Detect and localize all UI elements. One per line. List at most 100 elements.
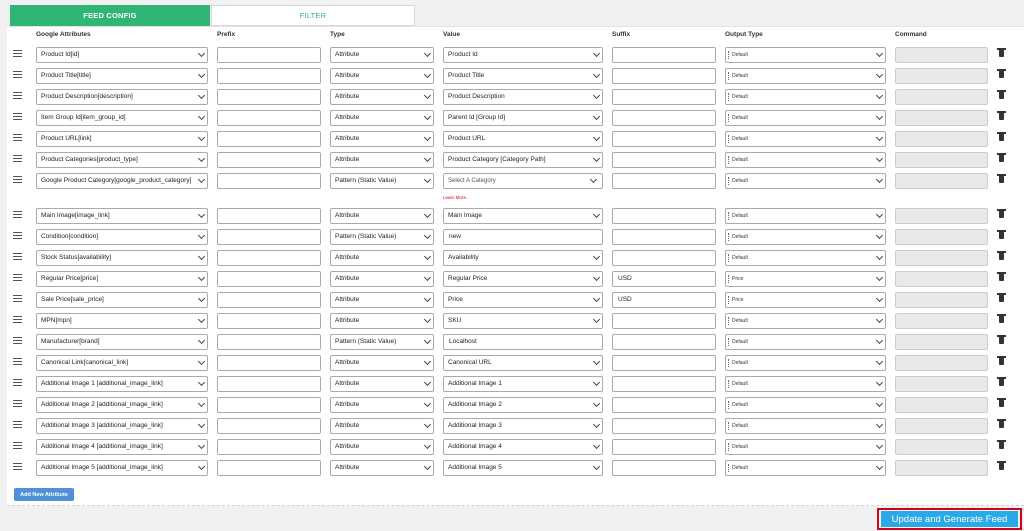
tab-feed-config[interactable]: FEED CONFIG <box>10 5 210 26</box>
suffix-input[interactable] <box>612 229 716 245</box>
command-field[interactable] <box>895 292 988 308</box>
prefix-input[interactable] <box>217 313 321 329</box>
trash-icon[interactable] <box>997 335 1006 344</box>
value-select[interactable]: Additional Image 4 <box>443 439 603 455</box>
prefix-input[interactable] <box>217 418 321 434</box>
add-new-attribute-button[interactable]: Add New Attribute <box>14 488 74 501</box>
google-attribute-select[interactable]: Regular Price[price] <box>36 271 208 287</box>
prefix-input[interactable] <box>217 229 321 245</box>
type-select[interactable]: Attribute <box>330 271 434 287</box>
google-attribute-select[interactable]: Additional Image 1 [additional_image_lin… <box>36 376 208 392</box>
suffix-input[interactable] <box>612 397 716 413</box>
drag-handle-icon[interactable] <box>13 316 22 323</box>
prefix-input[interactable] <box>217 110 321 126</box>
google-attribute-select[interactable]: Product Categories[product_type] <box>36 152 208 168</box>
trash-icon[interactable] <box>997 230 1006 239</box>
command-field[interactable] <box>895 173 988 189</box>
drag-handle-icon[interactable] <box>13 442 22 449</box>
tab-filter[interactable]: FILTER <box>211 5 415 26</box>
drag-handle-icon[interactable] <box>13 379 22 386</box>
suffix-input[interactable] <box>612 152 716 168</box>
prefix-input[interactable] <box>217 173 321 189</box>
prefix-input[interactable] <box>217 292 321 308</box>
value-input[interactable]: new <box>443 229 603 245</box>
type-select[interactable]: Attribute <box>330 460 434 476</box>
google-attribute-select[interactable]: Main Image[image_link] <box>36 208 208 224</box>
command-field[interactable] <box>895 68 988 84</box>
type-select[interactable]: Attribute <box>330 439 434 455</box>
type-select[interactable]: Attribute <box>330 313 434 329</box>
type-select[interactable]: Attribute <box>330 68 434 84</box>
trash-icon[interactable] <box>997 419 1006 428</box>
value-select[interactable]: Main Image <box>443 208 603 224</box>
command-field[interactable] <box>895 376 988 392</box>
output-type-select[interactable]: Price <box>725 292 886 308</box>
output-type-select[interactable]: Default <box>725 47 886 63</box>
suffix-input[interactable] <box>612 89 716 105</box>
prefix-input[interactable] <box>217 131 321 147</box>
drag-handle-icon[interactable] <box>13 92 22 99</box>
learn-more-link[interactable]: Learn More.. <box>443 195 469 200</box>
trash-icon[interactable] <box>997 272 1006 281</box>
google-attribute-select[interactable]: Manufacturer[brand] <box>36 334 208 350</box>
command-field[interactable] <box>895 110 988 126</box>
output-type-select[interactable]: Default <box>725 460 886 476</box>
output-type-select[interactable]: Default <box>725 313 886 329</box>
command-field[interactable] <box>895 229 988 245</box>
command-field[interactable] <box>895 250 988 266</box>
drag-handle-icon[interactable] <box>13 253 22 260</box>
suffix-input[interactable] <box>612 376 716 392</box>
type-select[interactable]: Attribute <box>330 131 434 147</box>
command-field[interactable] <box>895 208 988 224</box>
value-select[interactable]: Product URL <box>443 131 603 147</box>
trash-icon[interactable] <box>997 293 1006 302</box>
drag-handle-icon[interactable] <box>13 232 22 239</box>
google-attribute-select[interactable]: Canonical Link[canonical_link] <box>36 355 208 371</box>
google-attribute-select[interactable]: Item Group Id[item_group_id] <box>36 110 208 126</box>
prefix-input[interactable] <box>217 68 321 84</box>
output-type-select[interactable]: Price <box>725 271 886 287</box>
suffix-input[interactable] <box>612 313 716 329</box>
prefix-input[interactable] <box>217 89 321 105</box>
google-attribute-select[interactable]: Additional Image 2 [additional_image_lin… <box>36 397 208 413</box>
value-select[interactable]: Additional Image 1 <box>443 376 603 392</box>
output-type-select[interactable]: Default <box>725 439 886 455</box>
value-select[interactable]: Additional Image 5 <box>443 460 603 476</box>
drag-handle-icon[interactable] <box>13 211 22 218</box>
command-field[interactable] <box>895 89 988 105</box>
command-field[interactable] <box>895 152 988 168</box>
type-select[interactable]: Attribute <box>330 152 434 168</box>
suffix-input[interactable] <box>612 439 716 455</box>
prefix-input[interactable] <box>217 376 321 392</box>
command-field[interactable] <box>895 355 988 371</box>
trash-icon[interactable] <box>997 314 1006 323</box>
trash-icon[interactable] <box>997 440 1006 449</box>
prefix-input[interactable] <box>217 250 321 266</box>
trash-icon[interactable] <box>997 356 1006 365</box>
google-attribute-select[interactable]: Condition[condition] <box>36 229 208 245</box>
suffix-input[interactable]: USD <box>612 292 716 308</box>
command-field[interactable] <box>895 313 988 329</box>
value-select[interactable]: Additional Image 2 <box>443 397 603 413</box>
output-type-select[interactable]: Default <box>725 173 886 189</box>
google-attribute-select[interactable]: Additional Image 5 [additional_image_lin… <box>36 460 208 476</box>
command-field[interactable] <box>895 439 988 455</box>
value-select[interactable]: Canonical URL <box>443 355 603 371</box>
suffix-input[interactable]: USD <box>612 271 716 287</box>
drag-handle-icon[interactable] <box>13 337 22 344</box>
output-type-select[interactable]: Default <box>725 229 886 245</box>
google-attribute-select[interactable]: Product Title[title] <box>36 68 208 84</box>
prefix-input[interactable] <box>217 208 321 224</box>
output-type-select[interactable]: Default <box>725 152 886 168</box>
prefix-input[interactable] <box>217 355 321 371</box>
drag-handle-icon[interactable] <box>13 113 22 120</box>
type-select[interactable]: Attribute <box>330 110 434 126</box>
drag-handle-icon[interactable] <box>13 421 22 428</box>
google-attribute-select[interactable]: Product Id[id] <box>36 47 208 63</box>
drag-handle-icon[interactable] <box>13 463 22 470</box>
value-select[interactable]: SKU <box>443 313 603 329</box>
output-type-select[interactable]: Default <box>725 208 886 224</box>
command-field[interactable] <box>895 131 988 147</box>
trash-icon[interactable] <box>997 153 1006 162</box>
value-select[interactable]: Price <box>443 292 603 308</box>
